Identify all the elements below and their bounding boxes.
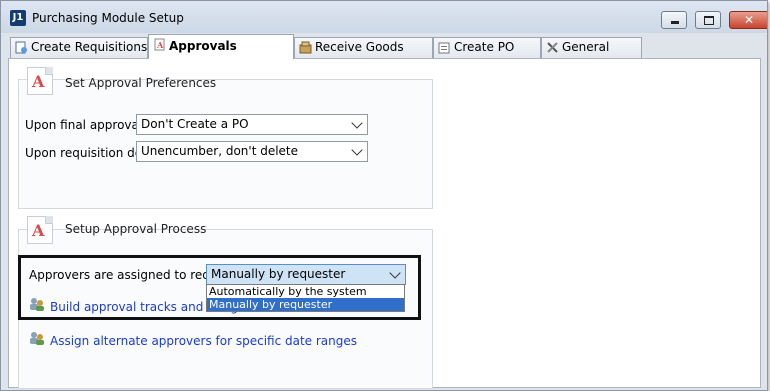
close-button[interactable]: ✕ [729,11,767,29]
selected-value: Unencumber, don't delete [141,144,299,158]
close-icon: ✕ [743,13,755,27]
minimize-icon [662,12,686,28]
tab-general[interactable]: General [541,37,642,58]
svg-text:A: A [156,40,164,50]
purchasing-setup-window: J1 Purchasing Module Setup ✕ Create Requ… [0,0,768,391]
approvers-assignment-select[interactable]: Manually by requester [206,264,406,285]
tab-label: Create Requisitions [31,40,148,54]
tab-approvals[interactable]: A Approvals [148,34,294,59]
chevron-down-icon [389,267,401,279]
tab-label: General [562,40,610,54]
title-bar[interactable]: J1 Purchasing Module Setup ✕ [1,1,767,33]
final-approval-label: Upon final approval: [25,118,147,132]
group-title: Set Approval Preferences [65,76,217,90]
tab-label: Receive Goods [315,40,404,54]
tab-strip: Create Requisitions A Approvals Receive … [7,34,763,59]
purchase-order-icon [438,42,450,54]
tools-icon [547,42,558,53]
requisition-icon [15,41,27,54]
maximize-icon [696,12,720,28]
selected-value: Manually by requester [211,267,346,281]
final-approval-select[interactable]: Don't Create a PO [136,114,368,135]
tab-receive-goods[interactable]: Receive Goods [294,37,433,58]
app-logo-icon: J1 [10,10,26,26]
requisition-denial-select[interactable]: Unencumber, don't delete [136,141,368,162]
group-title: Setup Approval Process [65,222,207,236]
approval-document-icon: A [154,38,165,51]
receive-goods-icon [299,41,312,54]
approval-document-icon: A [27,67,53,95]
dropdown-option-manual[interactable]: Manually by requester [207,298,404,311]
dropdown-option-automatic[interactable]: Automatically by the system [207,285,404,298]
tab-label: Approvals [169,39,237,53]
assign-alternate-approvers-link[interactable]: Assign alternate approvers for specific … [50,334,357,348]
minimize-button[interactable] [661,11,687,29]
approvals-tab-panel: A Set Approval Preferences Upon final ap… [8,58,761,389]
tab-label: Create PO [454,40,515,54]
tab-create-po[interactable]: Create PO [433,37,541,58]
selected-value: Don't Create a PO [141,117,249,131]
people-icon [30,332,44,345]
approvers-assignment-dropdown: Automatically by the system Manually by … [206,284,405,312]
maximize-button[interactable] [695,11,721,29]
window-title: Purchasing Module Setup [32,11,184,25]
people-icon [30,298,44,311]
tab-create-requisitions[interactable]: Create Requisitions [10,37,148,58]
chevron-down-icon [351,144,363,156]
chevron-down-icon [351,117,363,129]
approval-document-icon: A [27,216,53,244]
